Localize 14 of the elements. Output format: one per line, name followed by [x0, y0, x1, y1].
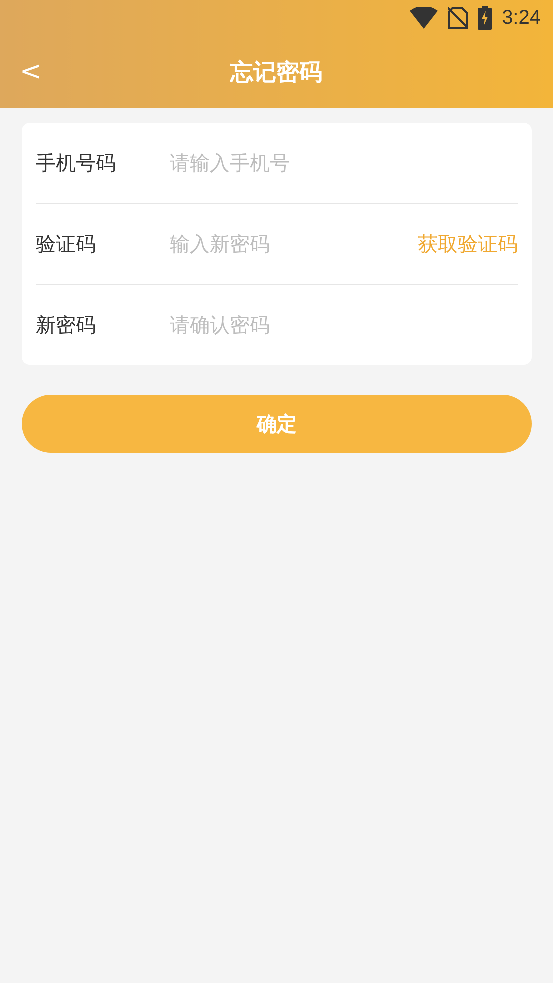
input-field[interactable]: 输入新密码	[168, 231, 418, 257]
input-field[interactable]: 请确认密码	[168, 312, 518, 338]
no-sim-icon	[448, 7, 468, 29]
field-label: 新密码	[36, 312, 97, 338]
input-field[interactable]: 请输入手机号	[168, 150, 518, 176]
wifi-icon	[410, 7, 438, 29]
battery-icon	[478, 6, 492, 30]
page-title: 忘记密码	[230, 58, 322, 88]
status-time: 3:24	[502, 6, 541, 30]
field-label: 验证码	[36, 230, 97, 258]
back-button[interactable]: <	[16, 57, 46, 87]
confirm-button[interactable]: 确定	[22, 395, 532, 453]
field-label: 手机号码	[36, 150, 117, 176]
get-code-link[interactable]: 获取验证码	[418, 230, 518, 258]
